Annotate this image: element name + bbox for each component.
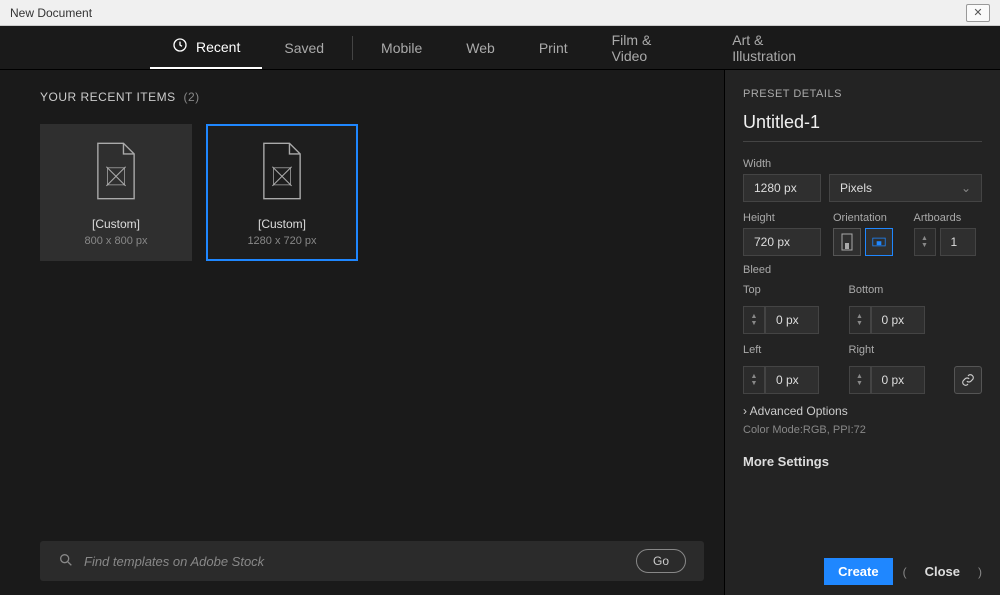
width-label: Width (743, 158, 982, 170)
go-button[interactable]: Go (636, 549, 686, 573)
tab-film-video[interactable]: Film & Video (590, 26, 711, 69)
new-document-dialog: New Document ✕ Recent Saved Mobile Web P… (0, 0, 1000, 595)
search-placeholder: Find templates on Adobe Stock (84, 554, 264, 569)
bleed-left-label: Left (743, 344, 839, 356)
bleed-left-stepper[interactable]: ▲▼ (743, 366, 765, 394)
tab-web[interactable]: Web (444, 26, 517, 69)
presets-panel: YOUR RECENT ITEMS (2) [Custom] 800 x 800… (0, 70, 724, 595)
preset-card-title: [Custom] (92, 217, 140, 231)
create-button[interactable]: Create (824, 558, 892, 585)
document-icon (89, 139, 143, 203)
bleed-right-label: Right (849, 344, 945, 356)
footer-buttons: Create ( Close ) (743, 558, 982, 585)
tab-separator (352, 36, 353, 60)
preset-card-selected[interactable]: [Custom] 1280 x 720 px (206, 124, 358, 261)
bleed-top-input[interactable]: 0 px (765, 306, 819, 334)
landscape-icon (872, 233, 886, 251)
chevron-down-icon: ⌄ (961, 181, 971, 195)
artboards-label: Artboards (914, 212, 983, 224)
bleed-bottom-stepper[interactable]: ▲▼ (849, 306, 871, 334)
link-bleed-button[interactable] (954, 366, 982, 394)
bleed-label: Bleed (743, 264, 982, 276)
artboards-input[interactable]: 1 (940, 228, 976, 256)
document-icon (255, 139, 309, 203)
preset-card-title: [Custom] (258, 217, 306, 231)
preset-card-dimensions: 1280 x 720 px (247, 235, 316, 247)
bleed-left-input[interactable]: 0 px (765, 366, 819, 394)
tab-saved[interactable]: Saved (262, 26, 346, 69)
tab-print[interactable]: Print (517, 26, 590, 69)
bleed-top-stepper[interactable]: ▲▼ (743, 306, 765, 334)
color-mode-text: Color Mode:RGB, PPI:72 (743, 424, 982, 436)
bleed-bottom-input[interactable]: 0 px (871, 306, 925, 334)
clock-icon (172, 37, 188, 56)
more-settings-button[interactable]: More Settings (743, 454, 982, 469)
tab-art-illustration[interactable]: Art & Illustration (710, 26, 850, 69)
bleed-right-stepper[interactable]: ▲▼ (849, 366, 871, 394)
height-input[interactable]: 720 px (743, 228, 821, 256)
tab-mobile[interactable]: Mobile (359, 26, 444, 69)
main-area: YOUR RECENT ITEMS (2) [Custom] 800 x 800… (0, 70, 1000, 595)
document-name-field[interactable]: Untitled-1 (743, 112, 982, 142)
recent-cards: [Custom] 800 x 800 px [Custom] 1280 x 72… (40, 124, 704, 261)
artboards-stepper[interactable]: ▲▼ (914, 228, 936, 256)
link-icon (961, 373, 975, 387)
bleed-bottom-label: Bottom (849, 284, 945, 296)
orientation-landscape[interactable] (865, 228, 893, 256)
close-icon: ✕ (973, 6, 982, 19)
search-icon (58, 552, 74, 571)
window-title: New Document (10, 6, 92, 20)
preset-details-heading: PRESET DETAILS (743, 88, 982, 100)
recent-count: (2) (183, 90, 199, 104)
search-bar: Find templates on Adobe Stock Go (40, 541, 704, 581)
close-button[interactable]: Close (917, 558, 968, 585)
preset-details-panel: PRESET DETAILS Untitled-1 Width 1280 px … (724, 70, 1000, 595)
chevron-right-icon: › (743, 404, 747, 418)
tab-recent[interactable]: Recent (150, 26, 262, 69)
orientation-label: Orientation (833, 212, 902, 224)
tab-recent-label: Recent (196, 39, 240, 55)
bleed-top-label: Top (743, 284, 839, 296)
width-input[interactable]: 1280 px (743, 174, 821, 202)
orientation-portrait[interactable] (833, 228, 861, 256)
search-input[interactable]: Find templates on Adobe Stock (58, 552, 622, 571)
height-label: Height (743, 212, 821, 224)
portrait-icon (840, 233, 854, 251)
recent-items-heading: YOUR RECENT ITEMS (2) (40, 90, 704, 104)
unit-select[interactable]: Pixels ⌄ (829, 174, 982, 202)
category-tabs: Recent Saved Mobile Web Print Film & Vid… (0, 26, 1000, 70)
advanced-options-toggle[interactable]: › Advanced Options (743, 404, 982, 418)
preset-card[interactable]: [Custom] 800 x 800 px (40, 124, 192, 261)
bleed-right-input[interactable]: 0 px (871, 366, 925, 394)
preset-card-dimensions: 800 x 800 px (85, 235, 148, 247)
titlebar: New Document ✕ (0, 0, 1000, 26)
window-close-button[interactable]: ✕ (966, 4, 990, 22)
